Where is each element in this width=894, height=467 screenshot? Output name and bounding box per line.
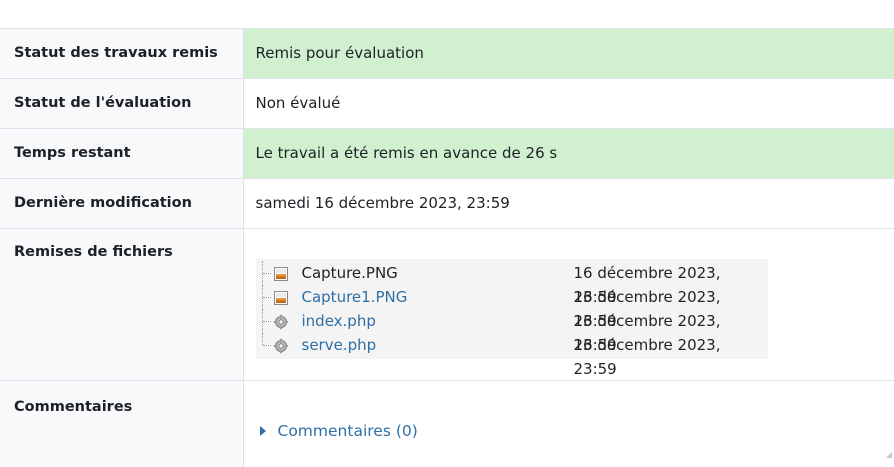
comments-link[interactable]: Commentaires (0) <box>278 422 418 440</box>
row-last-modified: Dernière modification samedi 16 décembre… <box>0 179 894 229</box>
file-row: Capture.PNG 16 décembre 2023, 23:59 <box>256 261 768 285</box>
row-comments: Commentaires Commentaires (0) <box>0 381 894 467</box>
comments-toggle[interactable]: Commentaires (0) <box>256 421 883 441</box>
submission-status-label: Statut des travaux remis <box>0 29 243 79</box>
file-row: index.php 16 décembre 2023, 23:59 <box>256 309 768 333</box>
file-row: serve.php 16 décembre 2023, 23:59 <box>256 333 768 357</box>
tree-connector <box>262 261 273 285</box>
tree-connector <box>262 309 273 333</box>
caret-right-icon <box>260 426 266 436</box>
file-link[interactable]: index.php <box>302 309 376 333</box>
row-submission-status: Statut des travaux remis Remis pour éval… <box>0 29 894 79</box>
comments-cell: Commentaires (0) <box>243 381 894 467</box>
tree-connector <box>262 333 273 345</box>
grading-status-label: Statut de l'évaluation <box>0 79 243 129</box>
file-submissions-cell: Capture.PNG 16 décembre 2023, 23:59 Capt… <box>243 229 894 381</box>
grading-status-value: Non évalué <box>243 79 894 129</box>
time-remaining-label: Temps restant <box>0 129 243 179</box>
code-file-icon <box>273 338 289 354</box>
file-name[interactable]: Capture.PNG <box>302 261 398 285</box>
file-tree: Capture.PNG 16 décembre 2023, 23:59 Capt… <box>256 259 768 359</box>
submission-status-value: Remis pour évaluation <box>243 29 894 79</box>
last-modified-label: Dernière modification <box>0 179 243 229</box>
file-submissions-label: Remises de fichiers <box>0 229 243 381</box>
last-modified-value: samedi 16 décembre 2023, 23:59 <box>243 179 894 229</box>
time-remaining-value: Le travail a été remis en avance de 26 s <box>243 129 894 179</box>
file-date: 16 décembre 2023, 23:59 <box>574 333 768 381</box>
submission-status-table: Statut des travaux remis Remis pour éval… <box>0 28 894 467</box>
resize-corner-icon: ◢ <box>886 450 892 459</box>
image-file-icon <box>273 290 289 306</box>
row-time-remaining: Temps restant Le travail a été remis en … <box>0 129 894 179</box>
row-file-submissions: Remises de fichiers Capture.PNG 16 décem… <box>0 229 894 381</box>
file-row: Capture1.PNG 16 décembre 2023, 23:59 <box>256 285 768 309</box>
file-link[interactable]: Capture1.PNG <box>302 285 408 309</box>
image-file-icon <box>273 266 289 282</box>
tree-connector <box>262 285 273 309</box>
submission-status-panel: Statut des travaux remis Remis pour éval… <box>0 28 894 467</box>
comments-label: Commentaires <box>0 381 243 467</box>
file-link[interactable]: serve.php <box>302 333 377 357</box>
row-grading-status: Statut de l'évaluation Non évalué <box>0 79 894 129</box>
code-file-icon <box>273 314 289 330</box>
